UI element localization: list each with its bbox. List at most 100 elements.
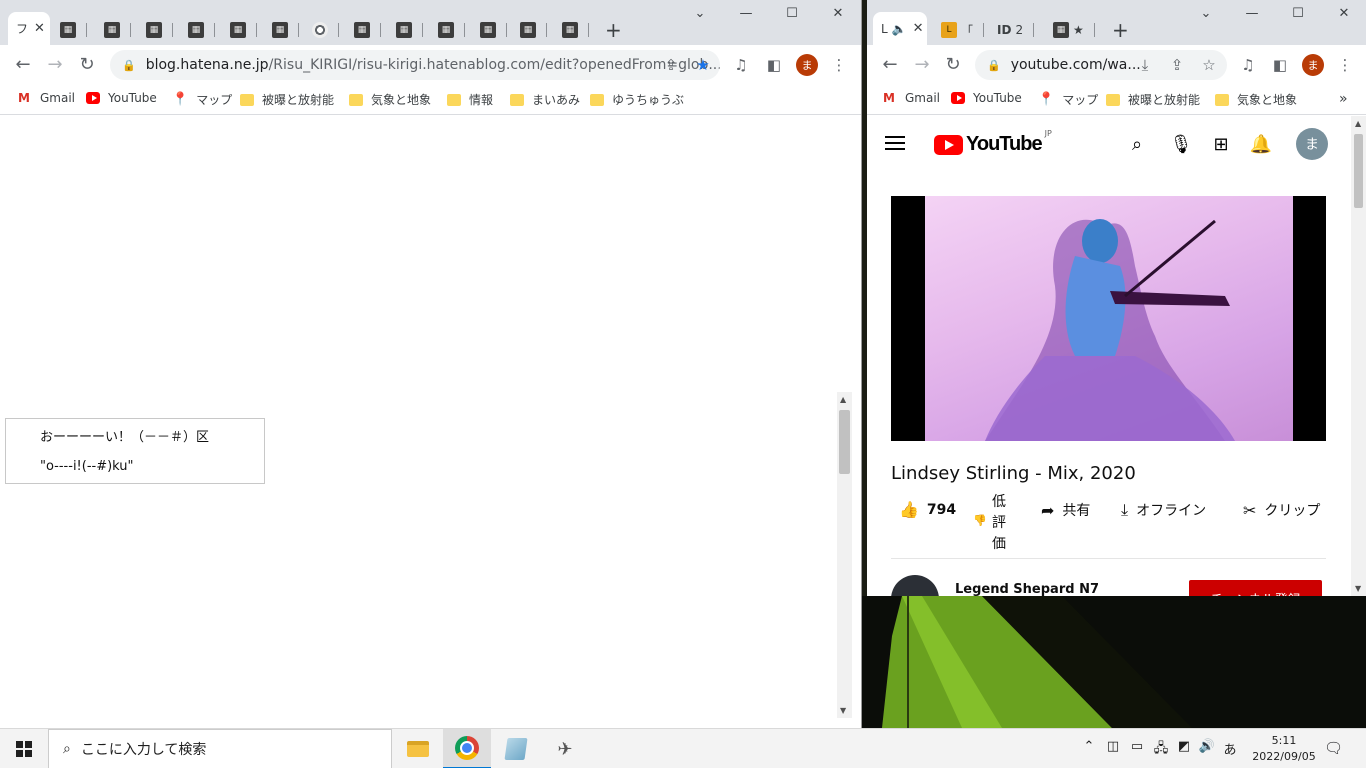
wifi-icon[interactable]: ◩ — [1174, 739, 1194, 754]
bookmark-folder[interactable]: 気象と地象 — [1215, 91, 1297, 108]
volume-icon[interactable]: 🔊 — [1197, 739, 1217, 754]
scroll-down-icon[interactable]: ▼ — [840, 706, 846, 715]
new-tab-button[interactable]: + — [1112, 18, 1129, 42]
minimize-button[interactable]: — — [1242, 6, 1262, 21]
media-control-icon[interactable]: ♫ — [1239, 57, 1257, 73]
notebook-app[interactable] — [492, 729, 540, 768]
taskbar-clock[interactable]: 5:11 2022/09/05 — [1249, 733, 1319, 765]
tab[interactable]: L 「 — [933, 16, 985, 44]
menu-kebab-icon[interactable]: ⋮ — [830, 57, 848, 73]
scroll-up-icon[interactable]: ▲ — [840, 395, 846, 404]
create-video-icon[interactable]: ⊞ — [1209, 134, 1233, 155]
more-bookmarks-button[interactable]: » — [1339, 91, 1348, 107]
file-explorer-app[interactable] — [394, 729, 442, 768]
side-panel-icon[interactable]: ◧ — [765, 57, 783, 73]
tab[interactable]: ▦ — [512, 16, 547, 44]
reload-icon[interactable]: ↻ — [942, 55, 964, 75]
maximize-button[interactable]: ☐ — [782, 6, 802, 21]
scroll-up-icon[interactable]: ▲ — [1355, 119, 1361, 128]
tab[interactable]: ▦ — [52, 16, 87, 44]
address-bar[interactable]: 🔒 blog.hatena.ne.jp/Risu_KIRIGI/risu-kir… — [110, 50, 720, 80]
tab[interactable]: ▦ — [138, 16, 173, 44]
audio-playing-icon[interactable]: 🔈 — [892, 22, 907, 36]
channel-name[interactable]: Legend Shepard N7 — [955, 582, 1099, 596]
notifications-bell-icon[interactable]: 🔔 — [1249, 134, 1273, 155]
reload-icon[interactable]: ↻ — [76, 55, 98, 75]
tab-active[interactable]: L 🔈 ✕ — [873, 12, 927, 45]
side-panel-icon[interactable]: ◧ — [1271, 57, 1289, 73]
media-control-icon[interactable]: ♫ — [732, 57, 750, 73]
youtube-account-avatar[interactable]: ま — [1296, 128, 1328, 160]
share-button[interactable]: ➦ 共有 — [1041, 500, 1090, 520]
notification-center-icon[interactable]: 🗨 — [1324, 739, 1343, 757]
back-arrow-icon[interactable]: ← — [879, 55, 901, 75]
microphone-icon[interactable]: 🎙 — [1169, 134, 1193, 155]
close-window-button[interactable]: ✕ — [828, 6, 848, 21]
bookmark-star-icon[interactable]: ☆ — [1200, 57, 1218, 73]
video-player[interactable] — [891, 196, 1326, 441]
scrollbar-thumb[interactable] — [1354, 134, 1363, 208]
tab[interactable]: ▦ — [472, 16, 507, 44]
close-tab-icon[interactable]: ✕ — [34, 21, 45, 36]
show-hidden-icons-chevron-icon[interactable]: ⌃ — [1079, 739, 1099, 754]
share-icon[interactable]: ⇪ — [1168, 57, 1186, 73]
clip-button[interactable]: ✂ クリップ — [1243, 500, 1320, 520]
channel-avatar[interactable] — [891, 575, 939, 596]
close-tab-icon[interactable]: ✕ — [913, 21, 924, 36]
editor-scrollbar[interactable]: ▲ ▼ — [837, 392, 852, 718]
page-scrollbar[interactable]: ▲ ▼ — [1351, 116, 1366, 596]
chrome-app[interactable] — [443, 729, 491, 768]
scrollbar-thumb[interactable] — [839, 410, 850, 474]
tab[interactable]: ▦ ★ — [1045, 16, 1095, 44]
start-button[interactable] — [0, 729, 48, 768]
install-icon[interactable]: ⤓ — [1136, 57, 1154, 73]
dislike-button[interactable]: 👎 — [973, 514, 987, 527]
tab[interactable]: ▦ — [554, 16, 589, 44]
back-arrow-icon[interactable]: ← — [12, 55, 34, 75]
tab[interactable]: ▦ — [222, 16, 257, 44]
tab[interactable] — [304, 16, 339, 44]
minimize-button[interactable]: — — [736, 6, 756, 21]
profile-avatar[interactable]: ま — [796, 54, 818, 76]
like-button[interactable]: 👍 794 — [899, 500, 956, 519]
forward-arrow-icon[interactable]: → — [911, 55, 933, 75]
tab[interactable]: ▦ — [264, 16, 299, 44]
offline-button[interactable]: ⤓ オフライン — [1121, 500, 1206, 520]
ime-indicator[interactable]: あ — [1220, 739, 1240, 758]
bookmark-folder[interactable]: まいあみ — [510, 91, 580, 108]
maximize-button[interactable]: ☐ — [1288, 6, 1308, 21]
battery-icon[interactable]: ▭ — [1127, 739, 1147, 754]
bookmark-star-icon[interactable]: ★ — [694, 57, 712, 73]
bookmark-folder[interactable]: 被曝と放射能 — [240, 91, 334, 108]
bookmark-folder[interactable]: 情報 — [447, 91, 493, 108]
youtube-logo[interactable]: YouTube JP — [934, 129, 1052, 156]
forward-arrow-icon[interactable]: → — [44, 55, 66, 75]
profile-avatar[interactable]: ま — [1302, 54, 1324, 76]
address-bar[interactable]: 🔒 youtube.com/wa... — [975, 50, 1227, 80]
tab[interactable]: ▦ — [346, 16, 381, 44]
scroll-down-icon[interactable]: ▼ — [1355, 584, 1361, 593]
tab-active[interactable]: フ ✕ — [8, 12, 50, 45]
close-window-button[interactable]: ✕ — [1334, 6, 1354, 21]
tab[interactable]: ID 2 — [989, 16, 1035, 44]
tab-search-icon[interactable]: ⌄ — [1196, 6, 1216, 21]
bookmark-maps[interactable]: 📍 マップ — [172, 91, 232, 108]
share-icon[interactable]: ⇪ — [662, 57, 680, 73]
subscribe-button[interactable]: チャンネル登録 — [1189, 580, 1322, 596]
bookmark-folder[interactable]: ゆうちゅうぶ — [590, 91, 684, 108]
bookmark-maps[interactable]: 📍 マップ — [1038, 91, 1098, 108]
tab[interactable]: ▦ — [388, 16, 423, 44]
bookmark-youtube[interactable]: YouTube — [951, 91, 1022, 105]
network-icon[interactable]: 🖧 — [1151, 739, 1171, 761]
taskbar-search-box[interactable]: ⌕ ここに入力して検索 — [48, 729, 392, 768]
bookmark-gmail[interactable]: M Gmail — [881, 91, 940, 105]
tab[interactable]: ▦ — [430, 16, 465, 44]
tab[interactable]: ▦ — [180, 16, 215, 44]
hamburger-menu-icon[interactable] — [885, 136, 905, 150]
bookmark-folder[interactable]: 被曝と放射能 — [1106, 91, 1200, 108]
bookmark-folder[interactable]: 気象と地象 — [349, 91, 431, 108]
new-tab-button[interactable]: + — [605, 18, 622, 42]
airplane-app[interactable]: ✈ — [541, 729, 589, 768]
search-icon[interactable]: ⌕ — [1125, 134, 1149, 155]
meet-now-icon[interactable]: ◫ — [1103, 739, 1123, 754]
